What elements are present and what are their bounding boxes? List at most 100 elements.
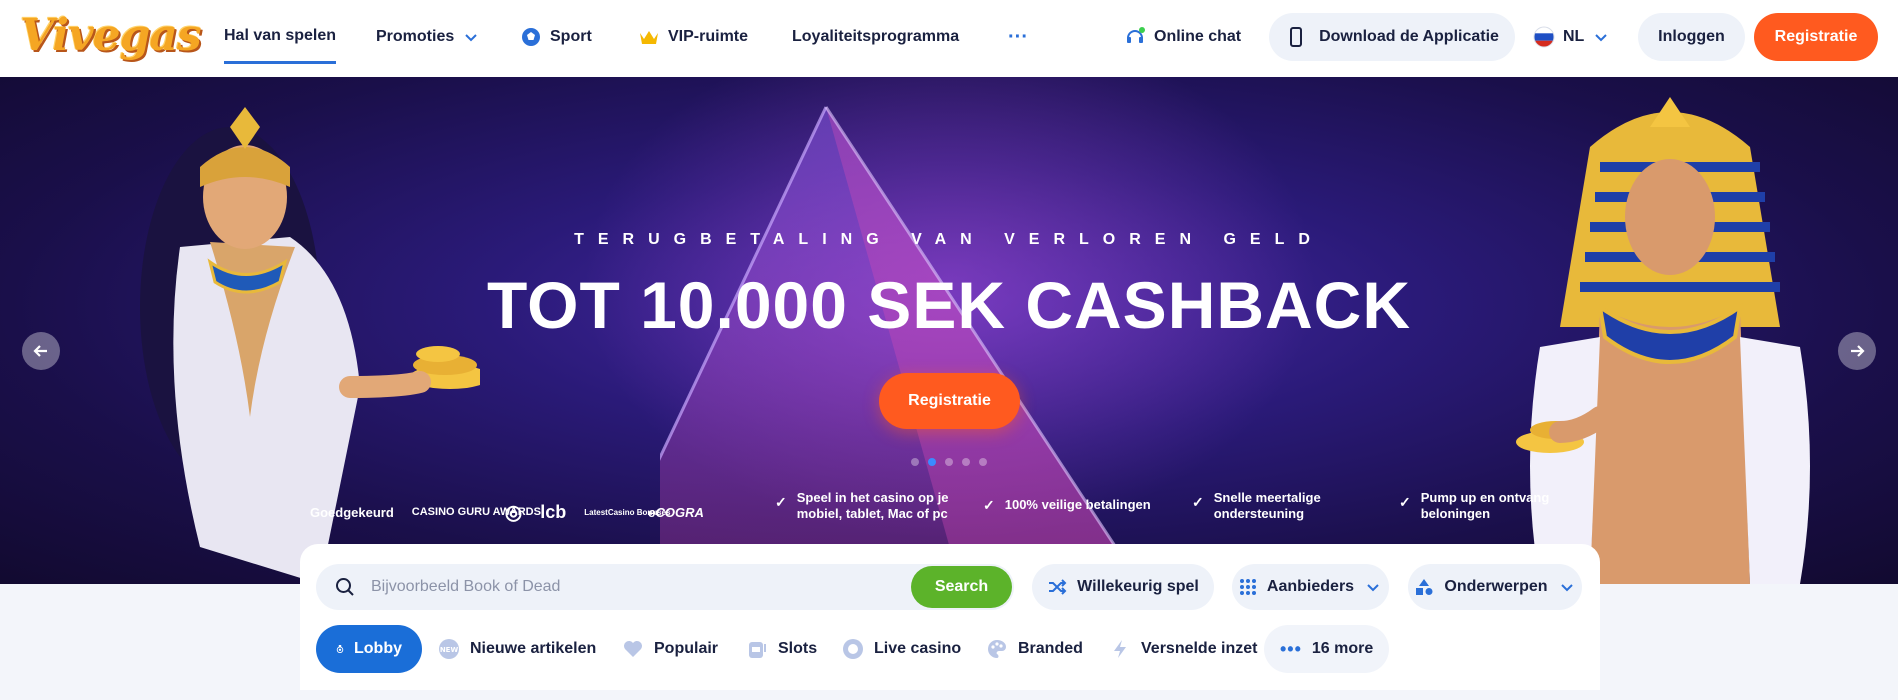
hero-headline: TOT 10.000 SEK CASHBACK bbox=[486, 268, 1412, 342]
slide-dot[interactable] bbox=[911, 458, 919, 466]
category-label: Live casino bbox=[874, 640, 962, 657]
category-new-items[interactable]: NEW Nieuwe artikelen bbox=[438, 625, 596, 673]
online-chat-link[interactable]: Online chat bbox=[1124, 0, 1241, 74]
download-app-button[interactable]: Download de Applicatie bbox=[1269, 13, 1515, 61]
category-branded[interactable]: Branded bbox=[986, 625, 1083, 673]
nav-label: Hal van spelen bbox=[224, 26, 337, 44]
lcb-logo: lcb bbox=[540, 501, 567, 522]
check-icon: ✓ bbox=[983, 497, 995, 513]
category-label: Branded bbox=[1018, 640, 1083, 657]
feature-line: Speel in het casino op je bbox=[796, 490, 949, 505]
hero-banner[interactable]: TERUGBETALING VAN VERLOREN GELD TOT 10.0… bbox=[0, 77, 1898, 584]
category-slots[interactable]: Slots bbox=[746, 625, 817, 673]
category-label: Versnelde inzet bbox=[1141, 640, 1258, 657]
nav-hall-of-games[interactable]: Hal van spelen bbox=[224, 10, 337, 64]
download-app-label: Download de Applicatie bbox=[1319, 28, 1499, 45]
search-input[interactable] bbox=[371, 564, 911, 610]
feature-line: 100% veilige betalingen bbox=[1004, 497, 1151, 512]
nav-label: VIP-ruimte bbox=[668, 28, 749, 45]
svg-text:NEW: NEW bbox=[440, 646, 459, 654]
lightning-icon bbox=[1114, 640, 1126, 658]
arrow-right-icon bbox=[1851, 345, 1865, 357]
category-live-casino[interactable]: Live casino bbox=[842, 625, 961, 673]
more-icon: ··· bbox=[1008, 25, 1028, 48]
category-label: Nieuwe artikelen bbox=[470, 640, 597, 657]
slide-indicators bbox=[911, 458, 987, 466]
heart-icon bbox=[624, 641, 642, 657]
brand-logo[interactable]: Vivegas bbox=[20, 10, 202, 61]
slide-dot[interactable] bbox=[979, 458, 987, 466]
topics-dropdown[interactable]: Onderwerpen bbox=[1408, 564, 1582, 610]
approved-label: Goedgekeurd bbox=[310, 504, 394, 520]
headset-icon bbox=[1127, 27, 1145, 43]
category-label: Populair bbox=[654, 640, 719, 657]
new-badge-icon: NEW bbox=[439, 639, 459, 659]
category-fast-bet[interactable]: Versnelde inzet bbox=[1109, 625, 1258, 673]
category-lobby[interactable]: Lobby bbox=[316, 625, 422, 673]
latestcasino-logo: LatestCasino Bonuses bbox=[584, 507, 671, 517]
register-label: Registratie bbox=[1774, 28, 1858, 45]
ecogra-logo: eCOGRA bbox=[648, 504, 704, 520]
feature-line: mobiel, tablet, Mac of pc bbox=[796, 506, 948, 521]
slide-dot-active[interactable] bbox=[928, 458, 936, 466]
online-chat-label: Online chat bbox=[1154, 28, 1242, 45]
language-selector[interactable]: NL bbox=[1533, 0, 1610, 74]
slide-dot[interactable] bbox=[945, 458, 953, 466]
random-game-button[interactable]: Willekeurig spel bbox=[1032, 564, 1214, 610]
providers-label: Aanbieders bbox=[1266, 578, 1355, 595]
check-icon: ✓ bbox=[1399, 494, 1411, 510]
search-bar[interactable]: Search bbox=[316, 564, 1014, 610]
shuffle-icon bbox=[1049, 579, 1067, 595]
random-game-label: Willekeurig spel bbox=[1077, 578, 1199, 595]
nav-sport[interactable]: Sport bbox=[520, 0, 592, 74]
search-icon bbox=[336, 578, 354, 596]
lobby-icon bbox=[336, 645, 344, 654]
nav-more[interactable]: ··· bbox=[1008, 0, 1028, 74]
providers-dropdown[interactable]: Aanbieders bbox=[1232, 564, 1389, 610]
register-button[interactable]: Registratie bbox=[1754, 13, 1878, 61]
chevron-down-icon bbox=[465, 34, 477, 42]
topics-label: Onderwerpen bbox=[1444, 578, 1548, 595]
login-label: Inloggen bbox=[1658, 28, 1725, 45]
nav-label: Sport bbox=[550, 28, 592, 45]
crown-icon bbox=[640, 31, 658, 44]
feature-line: beloningen bbox=[1420, 506, 1491, 521]
feature-line: Snelle meertalige bbox=[1213, 490, 1321, 505]
slide-dot[interactable] bbox=[962, 458, 970, 466]
category-label: 16 more bbox=[1311, 640, 1374, 657]
search-button[interactable]: Search bbox=[911, 566, 1012, 608]
shapes-icon bbox=[1416, 579, 1433, 595]
casino-chip-icon bbox=[843, 639, 863, 659]
chevron-down-icon bbox=[1367, 584, 1379, 592]
slot-machine-icon bbox=[749, 642, 766, 658]
games-filter-panel: Search Willekeurig spel Aanbieders Onder… bbox=[300, 544, 1600, 690]
category-popular[interactable]: Populair bbox=[622, 625, 718, 673]
category-more[interactable]: ••• 16 more bbox=[1264, 625, 1390, 673]
feature-rewards: ✓ Pump up en ontvang beloningen bbox=[1399, 490, 1549, 522]
previous-slide-button[interactable] bbox=[22, 332, 60, 370]
hero-register-button[interactable]: Registratie bbox=[879, 373, 1020, 429]
nav-promotions[interactable]: Promoties bbox=[376, 0, 480, 74]
login-button[interactable]: Inloggen bbox=[1638, 13, 1745, 61]
next-slide-button[interactable] bbox=[1838, 332, 1876, 370]
casino-guru-logo: CASINO GURU AWARDS bbox=[411, 506, 541, 518]
palette-icon bbox=[988, 640, 1006, 658]
arrow-left-icon bbox=[33, 345, 47, 357]
grid-icon bbox=[1239, 579, 1256, 595]
feature-line: Pump up en ontvang bbox=[1420, 490, 1550, 505]
feature-support: ✓ Snelle meertalige ondersteuning bbox=[1192, 490, 1321, 522]
nav-label: Loyaliteitsprogramma bbox=[792, 28, 960, 45]
nav-loyalty[interactable]: Loyaliteitsprogramma bbox=[792, 0, 959, 74]
hero-subtitle: TERUGBETALING VAN VERLOREN GELD bbox=[574, 231, 1324, 248]
trophy-icon: ◎ bbox=[504, 501, 523, 524]
feature-mobile: ✓ Speel in het casino op je mobiel, table… bbox=[775, 490, 948, 522]
feature-line: ondersteuning bbox=[1213, 506, 1305, 521]
phone-icon bbox=[1290, 27, 1303, 47]
check-icon: ✓ bbox=[1192, 494, 1204, 510]
language-label: NL bbox=[1563, 28, 1585, 45]
flag-icon bbox=[1533, 26, 1555, 48]
check-icon: ✓ bbox=[775, 494, 787, 510]
awards-strip: Goedgekeurd CASINO GURU AWARDS ◎ lcb Lat… bbox=[310, 490, 704, 534]
nav-label: Promoties bbox=[376, 28, 455, 45]
nav-vip[interactable]: VIP-ruimte bbox=[638, 0, 748, 74]
